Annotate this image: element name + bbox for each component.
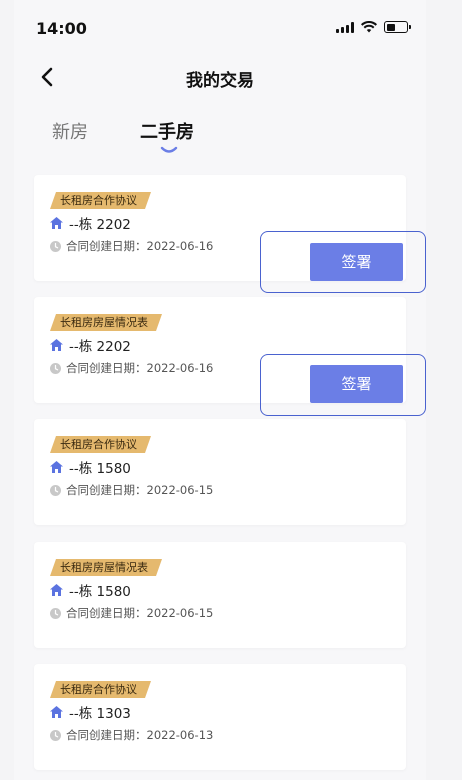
house-icon (50, 706, 63, 718)
contract-type-tag: 长租房房屋情况表 (50, 314, 162, 331)
contract-type-tag: 长租房合作协议 (50, 436, 151, 453)
date-text: 合同创建日期：2022-06-15 (66, 606, 214, 620)
contract-card[interactable]: 长租房房屋情况表 --栋 1580 合同创建日期：2022-06-15 (34, 542, 406, 648)
contract-date: 合同创建日期：2022-06-15 (50, 605, 213, 621)
sign-button-highlight (260, 354, 426, 416)
clock-icon (50, 607, 61, 619)
clock-icon (50, 240, 61, 252)
contract-date: 合同创建日期：2022-06-16 (50, 238, 213, 254)
contract-card[interactable]: 长租房合作协议 --栋 1303 合同创建日期：2022-06-13 (34, 664, 406, 770)
house-icon (50, 584, 63, 596)
tab-bar: 新房 二手房 (14, 98, 426, 168)
contract-type-tag: 长租房合作协议 (50, 192, 151, 209)
date-text: 合同创建日期：2022-06-15 (66, 483, 214, 497)
signal-icon (336, 21, 354, 33)
tab-new-house[interactable]: 新房 (52, 118, 88, 144)
address-text: --栋 2202 (69, 339, 131, 355)
address-text: --栋 1303 (69, 706, 131, 722)
date-text: 合同创建日期：2022-06-16 (66, 239, 214, 253)
contract-address: --栋 2202 (50, 213, 131, 233)
page-title: 我的交易 (186, 71, 254, 91)
address-text: --栋 2202 (69, 217, 131, 233)
status-bar: 14:00 (14, 0, 426, 58)
date-text: 合同创建日期：2022-06-13 (66, 728, 214, 742)
clock-icon (50, 484, 61, 496)
contract-address: --栋 2202 (50, 335, 131, 355)
tab-second-hand-house[interactable]: 二手房 (140, 118, 194, 144)
house-icon (50, 339, 63, 351)
clock-icon (50, 362, 61, 374)
contract-address: --栋 1580 (50, 580, 131, 600)
sign-button-highlight (260, 231, 426, 293)
contract-date: 合同创建日期：2022-06-13 (50, 727, 213, 743)
contract-card[interactable]: 长租房合作协议 --栋 1580 合同创建日期：2022-06-15 (34, 419, 406, 525)
contract-date: 合同创建日期：2022-06-15 (50, 482, 213, 498)
tab-active-indicator (160, 146, 178, 153)
nav-bar: 我的交易 (14, 58, 426, 98)
clock-icon (50, 729, 61, 741)
battery-icon (384, 21, 411, 33)
status-icons (336, 21, 411, 33)
contract-address: --栋 1303 (50, 702, 131, 722)
contract-address: --栋 1580 (50, 457, 131, 477)
wifi-icon (361, 21, 377, 33)
contract-date: 合同创建日期：2022-06-16 (50, 360, 213, 376)
house-icon (50, 217, 63, 229)
contract-type-tag: 长租房合作协议 (50, 681, 151, 698)
contract-type-tag: 长租房房屋情况表 (50, 559, 162, 576)
address-text: --栋 1580 (69, 584, 131, 600)
address-text: --栋 1580 (69, 461, 131, 477)
house-icon (50, 461, 63, 473)
status-time: 14:00 (36, 19, 87, 38)
date-text: 合同创建日期：2022-06-16 (66, 361, 214, 375)
